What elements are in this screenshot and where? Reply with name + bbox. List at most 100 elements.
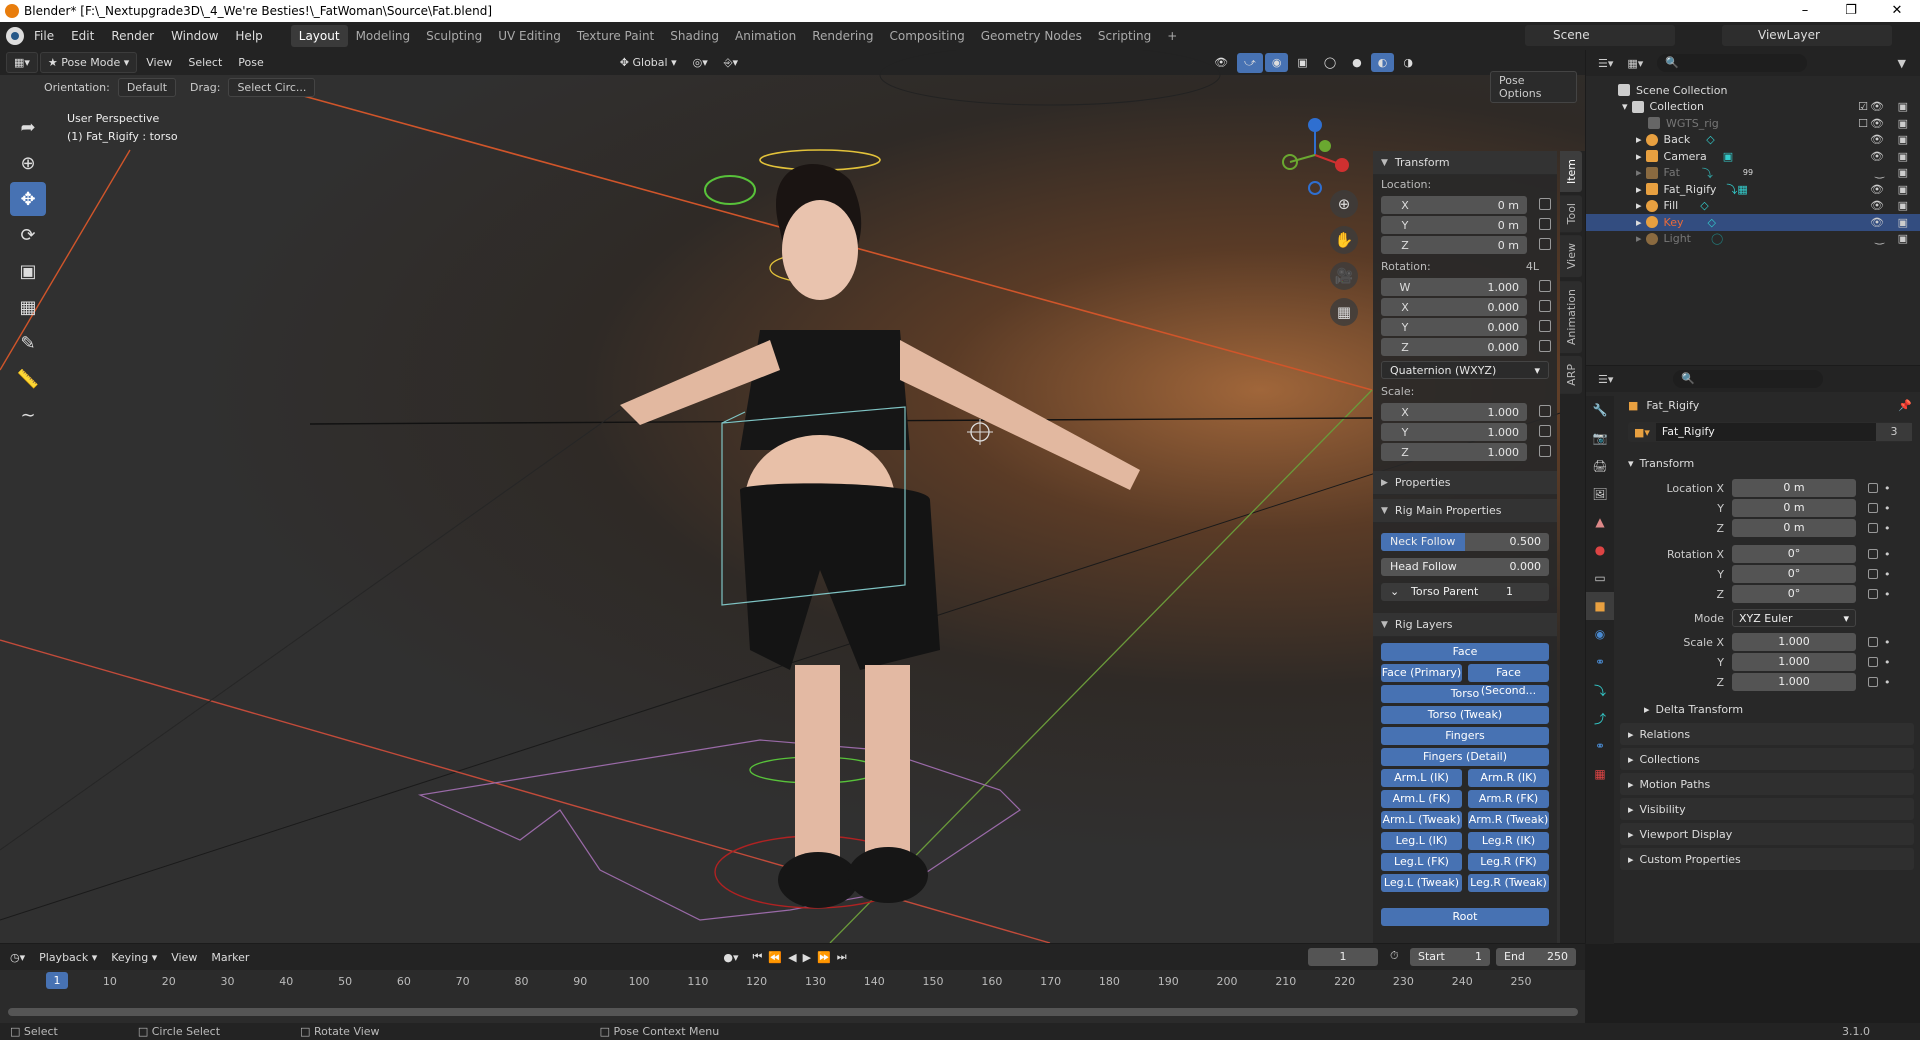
jump-keyframe-forward-icon[interactable]: ⏩ [817,951,831,964]
lock-icon[interactable] [1539,300,1551,312]
output-tab-icon[interactable]: 🖨 [1586,452,1614,480]
lock-icon[interactable] [1868,677,1878,687]
torso-parent-field[interactable]: ⌄ Torso Parent 1 [1381,583,1549,601]
chevron-right-icon[interactable]: ▸ [1636,232,1642,245]
physics-tab-icon[interactable]: ◉ [1586,620,1614,648]
camera-icon[interactable]: ▣ [1898,133,1908,146]
gizmo-toggle-icon[interactable]: ⤻ [1237,52,1263,73]
rotation-y-field[interactable]: 0° [1732,565,1856,583]
location-z-field[interactable]: Z 0 m [1381,236,1551,254]
workspace-tab-geometry-nodes[interactable]: Geometry Nodes [973,25,1090,47]
user-count[interactable]: 3 [1876,423,1912,441]
world-tab-icon[interactable]: ● [1586,536,1614,564]
rig-main-panel-header[interactable]: ▼ Rig Main Properties [1373,499,1557,523]
scale-x-field[interactable]: X 1.000 [1381,403,1551,421]
rotation-z-field[interactable]: 0° [1732,585,1856,603]
eye-hidden-icon[interactable]: ‿ [1875,232,1884,245]
menu-edit[interactable]: Edit [71,29,94,43]
rotation-mode-dropdown[interactable]: Quaternion (WXYZ) ▾ [1381,361,1549,379]
editor-type-icon[interactable]: ☰▾ [1598,57,1613,70]
scene-tab-icon[interactable]: ▲ [1586,508,1614,536]
timeline-scrollbar[interactable] [8,1008,1578,1016]
workspace-tab-compositing[interactable]: Compositing [881,25,972,47]
tool-tab-icon[interactable]: 🔧 [1586,396,1614,424]
delta-transform-subpanel[interactable]: ▸ Delta Transform [1620,698,1920,720]
keyframe-dot-icon[interactable]: • [1884,636,1891,649]
chevron-right-icon[interactable]: ▸ [1636,199,1642,212]
scale-z-field[interactable]: Z 1.000 [1381,443,1551,461]
layer-arm-r-fk-button[interactable]: Arm.R (FK) [1468,790,1549,808]
render-tab-icon[interactable]: 📷 [1586,424,1614,452]
workspace-tab-layout[interactable]: Layout [290,25,348,47]
pin-icon[interactable]: 📌 [1898,399,1912,412]
view-layer-tab-icon[interactable]: 🖼 [1586,480,1614,508]
editor-type-icon[interactable]: ◷▾ [10,951,25,964]
record-icon[interactable]: ●▾ [723,951,738,964]
properties-panel-header[interactable]: ▶ Properties [1373,471,1557,495]
cursor-tool-icon[interactable]: ⊕ [10,146,46,180]
scale-x-field[interactable]: 1.000 [1732,633,1856,651]
transform-panel-header[interactable]: ▼ Transform [1373,151,1557,175]
lock-icon[interactable] [1868,483,1878,493]
orientation-dropdown[interactable]: Default [117,77,177,97]
workspace-tab-shading[interactable]: Shading [662,25,727,47]
lock-icon[interactable] [1539,218,1551,230]
tab-animation[interactable]: Animation [1560,280,1582,353]
layer-leg-l-ik-button[interactable]: Leg.L (IK) [1381,832,1462,850]
stopwatch-icon[interactable]: ⏱ [1390,949,1399,963]
rotation-z-field[interactable]: Z 0.000 [1381,338,1551,356]
rig-layers-panel-header[interactable]: ▼ Rig Layers [1373,613,1557,637]
lock-icon[interactable] [1539,425,1551,437]
keyframe-dot-icon[interactable]: • [1884,522,1891,535]
menu-window[interactable]: Window [171,29,218,43]
lock-icon[interactable] [1539,445,1551,457]
eye-hidden-icon[interactable]: ‿ [1875,166,1884,179]
layer-leg-r-ik-button[interactable]: Leg.R (IK) [1468,832,1549,850]
lock-icon[interactable] [1868,549,1878,559]
custom-properties-section[interactable]: ▸ Custom Properties [1620,848,1914,870]
display-mode-icon[interactable]: ▦▾ [1627,57,1643,70]
3d-viewport[interactable]: ▦▾ ★ Pose Mode ▾ View Select Pose ✥ Glob… [0,50,1585,943]
chevron-right-icon[interactable]: ▸ [1636,216,1642,229]
camera-icon[interactable]: ▣ [1898,216,1908,229]
keyframe-dot-icon[interactable]: • [1884,548,1891,561]
layer-fingers-button[interactable]: Fingers [1381,727,1549,745]
outliner-item-fat-rigify[interactable]: ▸ Fat_Rigify ⤵▦ 👁 ▣ [1586,181,1920,198]
jump-keyframe-back-icon[interactable]: ⏪ [768,951,782,964]
close-button[interactable]: ✕ [1874,0,1920,22]
workspace-tab-rendering[interactable]: Rendering [804,25,881,47]
visibility-section[interactable]: ▸ Visibility [1620,798,1914,820]
lock-icon[interactable] [1868,523,1878,533]
play-reverse-icon[interactable]: ◀ [788,951,796,964]
rendered-shading-icon[interactable]: ◑ [1396,53,1420,72]
layer-fingers-detail-button[interactable]: Fingers (Detail) [1381,748,1549,766]
material-shading-icon[interactable]: ◐ [1370,53,1395,72]
move-tool-icon[interactable]: ✥ [10,182,46,216]
menu-file[interactable]: File [34,29,54,43]
camera-icon[interactable]: ▣ [1898,117,1908,130]
camera-icon[interactable]: ▣ [1898,100,1908,113]
eye-icon[interactable]: 👁 [1870,100,1884,113]
playback-menu[interactable]: Playback ▾ [39,951,97,964]
keyframe-dot-icon[interactable]: • [1884,502,1891,515]
bone-constraints-tab-icon[interactable]: ⚭ [1586,732,1614,760]
layer-face-primary-button[interactable]: Face (Primary) [1381,664,1462,682]
object-tab-icon[interactable]: ■ [1586,592,1614,620]
tab-view[interactable]: View [1560,235,1582,278]
layer-arm-l-tweak-button[interactable]: Arm.L (Tweak) [1381,811,1462,829]
lock-icon[interactable] [1868,637,1878,647]
tab-arp[interactable]: ARP [1560,355,1582,394]
lock-icon[interactable] [1868,589,1878,599]
lock-icon[interactable] [1539,238,1551,250]
lock-icon[interactable] [1539,198,1551,210]
location-x-field[interactable]: X 0 m [1381,196,1551,214]
head-follow-slider[interactable]: Head Follow 0.000 [1381,558,1549,576]
outliner-item-back[interactable]: ▸ Back ◇ 👁 ▣ [1586,132,1920,149]
neck-follow-slider[interactable]: Neck Follow 0.500 [1381,533,1549,551]
chevron-right-icon[interactable]: ▸ [1636,150,1642,163]
rotation-x-field[interactable]: X 0.000 [1381,298,1551,316]
add-workspace-button[interactable]: + [1159,25,1185,47]
workspace-tab-sculpting[interactable]: Sculpting [418,25,490,47]
navigation-gizmo[interactable] [1270,110,1360,200]
layer-arm-r-tweak-button[interactable]: Arm.R (Tweak) [1468,811,1549,829]
